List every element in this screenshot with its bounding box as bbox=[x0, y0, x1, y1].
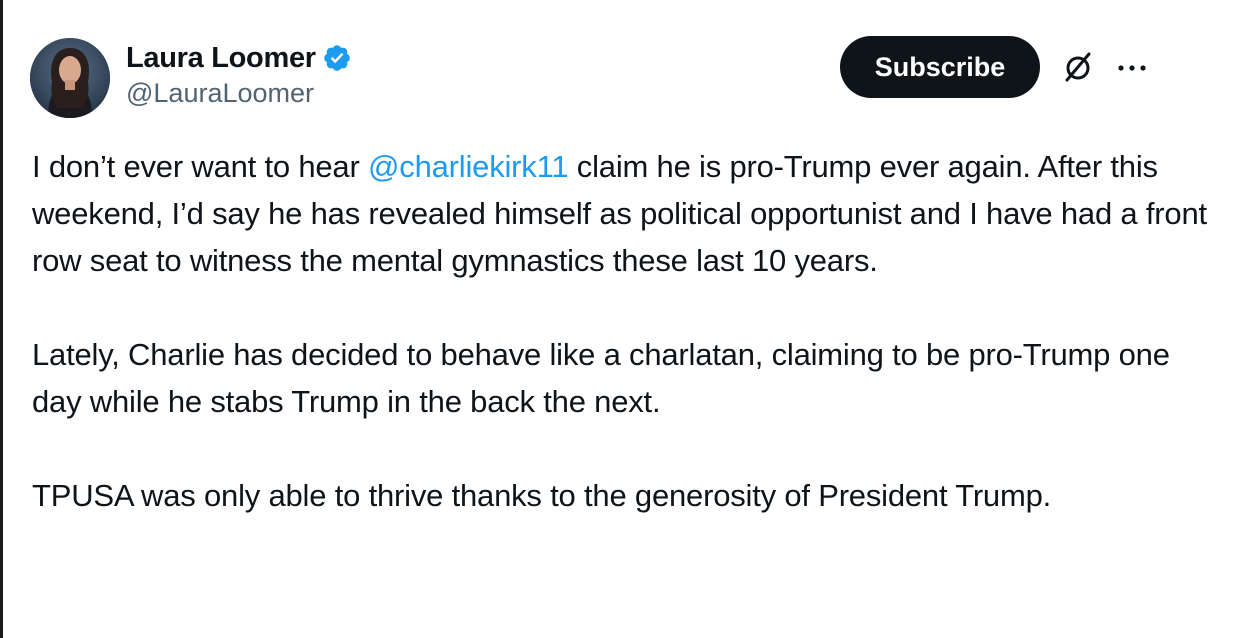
author-block: Laura Loomer @LauraLoomer bbox=[126, 40, 352, 109]
author-display-name[interactable]: Laura Loomer bbox=[126, 42, 316, 75]
grok-icon[interactable] bbox=[1060, 49, 1096, 85]
author-handle[interactable]: @LauraLoomer bbox=[126, 78, 352, 109]
subscribe-button[interactable]: Subscribe bbox=[840, 36, 1040, 98]
verified-badge-icon bbox=[322, 43, 352, 73]
tweet-paragraph: Lately, Charlie has decided to behave li… bbox=[32, 337, 1170, 419]
left-border bbox=[0, 0, 3, 638]
avatar[interactable] bbox=[30, 38, 110, 118]
more-icon[interactable] bbox=[1112, 58, 1152, 78]
tweet-paragraph: TPUSA was only able to thrive thanks to … bbox=[32, 478, 1052, 513]
tweet-text-segment: I don’t ever want to hear bbox=[32, 149, 368, 184]
tweet-text: I don’t ever want to hear @charliekirk11… bbox=[32, 143, 1212, 566]
mention-link[interactable]: @charliekirk11 bbox=[368, 149, 569, 184]
tweet-paragraph: I don’t ever want to hear @charliekirk11… bbox=[32, 143, 1212, 284]
tweet-header: Laura Loomer @LauraLoomer Subscribe bbox=[30, 36, 1210, 120]
